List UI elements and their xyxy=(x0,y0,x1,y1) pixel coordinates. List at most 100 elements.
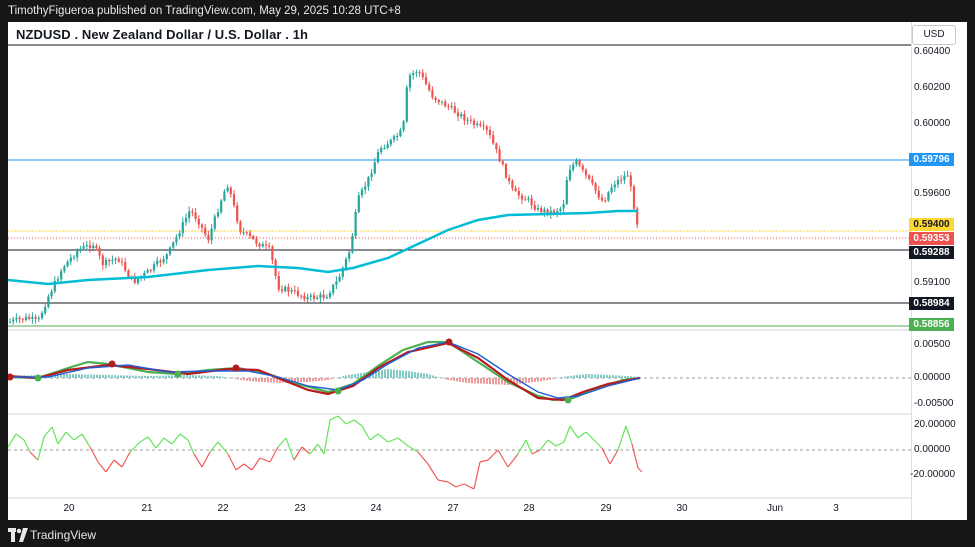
momentum-segment xyxy=(447,481,457,488)
histogram-bar xyxy=(531,378,533,383)
candle-body xyxy=(508,177,511,182)
momentum-segment xyxy=(57,431,67,445)
momentum-segment xyxy=(317,443,325,455)
candle-body xyxy=(594,183,597,191)
momentum-segment xyxy=(637,467,643,473)
momentum-segment xyxy=(277,437,287,448)
candle-body xyxy=(245,232,248,234)
histogram-bar xyxy=(300,378,302,383)
candle-body xyxy=(568,169,572,180)
candle-body xyxy=(591,178,594,184)
crossover-dot xyxy=(34,374,42,382)
oscillator2-axis-label: -20.00000 xyxy=(910,469,956,480)
histogram-bar xyxy=(219,376,221,378)
currency-button[interactable]: USD xyxy=(912,25,956,45)
candle-body xyxy=(72,257,76,259)
momentum-segment xyxy=(309,443,319,455)
momentum-segment xyxy=(121,451,131,468)
momentum-segment xyxy=(539,439,549,451)
histogram-bar xyxy=(105,374,107,378)
histogram-bar xyxy=(207,375,209,378)
candle-body xyxy=(207,234,210,241)
candle-body xyxy=(607,192,610,201)
histogram-bar xyxy=(339,377,341,378)
candle-body xyxy=(18,317,21,320)
momentum-segment xyxy=(139,436,149,443)
histogram-bar xyxy=(534,378,536,382)
candle-body xyxy=(63,266,66,272)
candle-body xyxy=(12,319,15,322)
histogram-bar xyxy=(117,375,119,378)
histogram-bar xyxy=(495,378,497,385)
candle-body xyxy=(287,286,290,292)
histogram-bar xyxy=(90,374,92,378)
histogram-bar xyxy=(75,374,77,378)
histogram-bar xyxy=(222,376,224,378)
candle-body xyxy=(399,130,402,136)
histogram-bar xyxy=(438,377,440,378)
histogram-bar xyxy=(537,378,539,382)
oscillator1-axis-label: 0.00500 xyxy=(914,339,951,350)
histogram-bar xyxy=(144,375,146,378)
candle-body xyxy=(412,73,415,76)
footer-brand: TradingView xyxy=(30,528,97,542)
candle-body xyxy=(488,129,492,136)
candle-body xyxy=(258,243,261,247)
histogram-bar xyxy=(81,374,83,378)
histogram-bar xyxy=(477,378,479,384)
price-axis-label: 0.59600 xyxy=(914,188,951,199)
candle-body xyxy=(47,296,50,307)
candle-body xyxy=(37,318,40,320)
candle-body xyxy=(319,294,322,298)
histogram-bar xyxy=(126,375,128,378)
momentum-segment xyxy=(37,436,45,461)
histogram-bar xyxy=(135,375,137,378)
histogram-bar xyxy=(420,372,422,378)
yellow-level-tag: 0.59400 xyxy=(909,218,954,231)
histogram-bar xyxy=(474,378,476,384)
macd-histogram xyxy=(9,369,641,385)
chart-area[interactable] xyxy=(8,22,911,520)
momentum-segment xyxy=(437,479,449,483)
candle-body xyxy=(536,208,540,210)
momentum-segment xyxy=(323,419,331,455)
histogram-bar xyxy=(153,375,155,378)
histogram-bar xyxy=(114,375,116,378)
candle-body xyxy=(50,291,53,297)
histogram-bar xyxy=(426,373,428,378)
candle-body xyxy=(69,257,72,262)
candle-body xyxy=(501,161,504,165)
time-axis-label: 21 xyxy=(141,503,153,514)
crossover-dot xyxy=(564,396,572,404)
candle-body xyxy=(309,295,312,297)
oscillator-blue-line xyxy=(8,341,641,399)
histogram-bar xyxy=(525,378,527,384)
oscillator-fast-line xyxy=(8,340,641,402)
candle-body xyxy=(220,200,223,213)
candle-body xyxy=(392,136,396,140)
candle-body xyxy=(447,106,450,108)
chart-canvas[interactable] xyxy=(8,22,911,520)
histogram-bar xyxy=(390,369,392,378)
histogram-bar xyxy=(252,378,254,382)
candle-body xyxy=(255,238,258,244)
candle-body xyxy=(197,218,200,225)
candle-body xyxy=(168,247,172,255)
candle-body xyxy=(40,313,44,319)
histogram-bar xyxy=(192,375,194,378)
blue-level-tag: 0.59796 xyxy=(909,153,954,166)
histogram-bar xyxy=(423,373,425,378)
histogram-bar xyxy=(198,375,200,378)
momentum-segment xyxy=(113,459,123,468)
time-axis-label: 24 xyxy=(370,503,382,514)
candle-body xyxy=(293,290,296,292)
momentum-segment xyxy=(29,451,39,461)
histogram-bar xyxy=(351,374,353,378)
time-axis-label: 28 xyxy=(523,503,535,514)
histogram-bar xyxy=(342,376,344,378)
candle-body xyxy=(364,186,367,190)
histogram-bar xyxy=(543,378,545,381)
candle-body xyxy=(575,160,578,165)
histogram-bar xyxy=(249,378,251,382)
candle-body xyxy=(136,278,140,283)
